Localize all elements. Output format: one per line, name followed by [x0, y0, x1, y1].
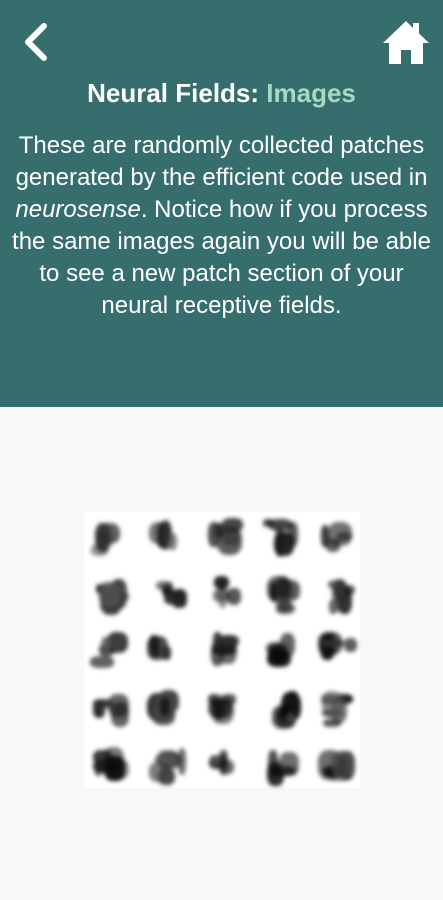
patch-blob [269, 519, 293, 531]
receptive-field-patch [204, 746, 244, 786]
patch-blob [99, 581, 121, 607]
patch-blob [92, 699, 114, 708]
patch-blob [344, 638, 357, 652]
patch-blob [276, 602, 295, 614]
receptive-field-patch [204, 575, 244, 615]
receptive-field-patch [90, 632, 130, 672]
patch-blob [221, 518, 244, 533]
patch-blob [213, 575, 229, 589]
receptive-field-patch [318, 746, 358, 786]
patch-blob [210, 754, 221, 764]
home-button[interactable] [381, 18, 431, 66]
patch-blob [150, 642, 161, 658]
description-text: These are randomly collected patches gen… [8, 130, 435, 322]
receptive-field-patch [261, 746, 301, 786]
patch-blob [162, 646, 172, 660]
receptive-field-patch [318, 689, 358, 729]
title-prefix: Neural Fields: [87, 78, 267, 108]
receptive-field-patch [261, 632, 301, 672]
back-button[interactable] [16, 20, 56, 64]
receptive-field-patch [318, 575, 358, 615]
page-title: Neural Fields: Images [0, 78, 443, 109]
patch-blob [330, 750, 356, 779]
chevron-left-icon [25, 23, 47, 61]
patch-blob [168, 532, 178, 550]
patch-blob [104, 756, 125, 782]
description-italic: neurosense [15, 196, 141, 223]
patch-blob [268, 643, 287, 665]
receptive-field-patch [204, 518, 244, 558]
receptive-field-patch [204, 689, 244, 729]
patch-blob [160, 697, 171, 716]
title-accent: Images [266, 78, 356, 108]
receptive-field-patch [147, 746, 187, 786]
patch-blob [327, 522, 353, 547]
patch-blob [279, 751, 300, 776]
patch-blob [275, 577, 290, 598]
patch-blob [273, 532, 295, 556]
receptive-field-patch [90, 689, 130, 729]
patch-blob [163, 590, 186, 605]
receptive-field-patch [147, 632, 187, 672]
patch-blob [94, 522, 111, 552]
receptive-field-patch [261, 575, 301, 615]
receptive-field-patch [261, 518, 301, 558]
patch-blob [177, 748, 187, 775]
receptive-field-patch [261, 689, 301, 729]
patch-blob [267, 750, 278, 778]
receptive-field-patch [90, 518, 130, 558]
patch-blob [155, 755, 178, 764]
patch-blob [212, 632, 222, 649]
receptive-field-patch [318, 518, 358, 558]
patch-blob [157, 767, 175, 785]
patch-blob [328, 598, 338, 615]
receptive-field-patch [90, 746, 130, 786]
patch-blob [333, 579, 347, 599]
receptive-field-patch [147, 575, 187, 615]
patch-blob [207, 698, 233, 719]
receptive-field-patch [318, 632, 358, 672]
receptive-field-patch-grid [84, 512, 360, 788]
receptive-field-patch [204, 632, 244, 672]
receptive-field-patch [147, 689, 187, 729]
patch-blob [322, 690, 343, 719]
patch-blob [285, 690, 299, 714]
receptive-field-patch [90, 575, 130, 615]
patch-blob [155, 580, 174, 590]
header: Neural Fields: Images These are randomly… [0, 0, 443, 407]
receptive-field-patch [147, 518, 187, 558]
patch-blob [101, 637, 111, 660]
home-icon [383, 21, 429, 64]
patch-blob [322, 719, 342, 728]
description-part1: These are randomly collected patches gen… [15, 132, 428, 191]
patch-blob [110, 702, 130, 728]
